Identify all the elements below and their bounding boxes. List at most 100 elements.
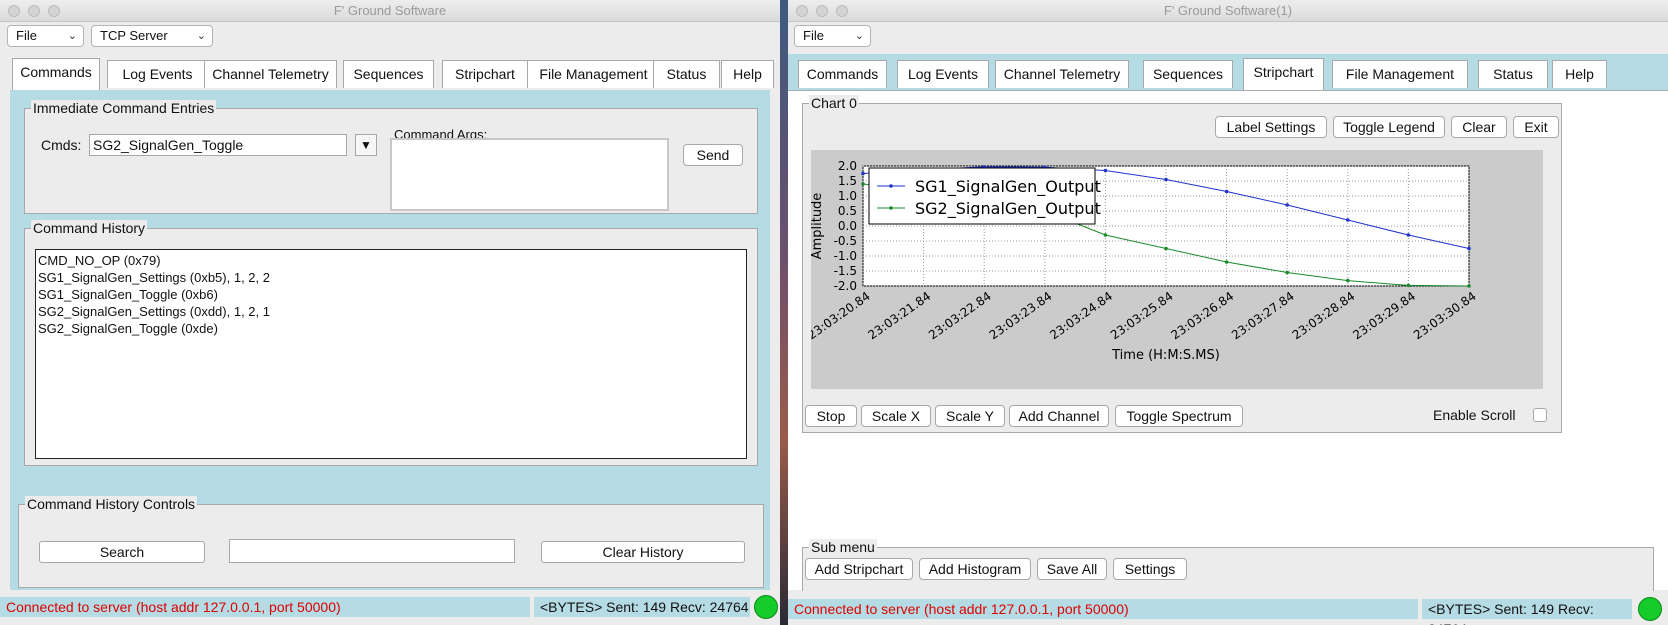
history-controls-group: Command History Controls Search Clear Hi…	[18, 496, 764, 588]
stop-button[interactable]: Stop	[805, 405, 857, 427]
y-tick-label: -1.5	[834, 264, 857, 278]
history-item[interactable]: SG2_SignalGen_Toggle (0xde)	[38, 320, 744, 337]
tab-sequences[interactable]: Sequences	[343, 60, 434, 88]
zoom-window-icon[interactable]	[836, 5, 848, 17]
window-title: F' Ground Software(1)	[1163, 3, 1293, 18]
x-tick-label: 23:03:29.84	[1350, 289, 1418, 342]
data-point	[1346, 278, 1350, 283]
file-menu-label: File	[803, 28, 824, 43]
y-tick-label: 0.5	[838, 204, 857, 218]
left-menubar: File ⌄ TCP Server ⌄	[0, 22, 780, 50]
settings-button[interactable]: Settings	[1113, 558, 1187, 580]
tab-status[interactable]: Status	[653, 60, 720, 88]
connection-status: Connected to server (host addr 127.0.0.1…	[0, 597, 530, 617]
window-title: F' Ground Software	[333, 3, 447, 18]
x-tick-label: 23:03:30.84	[1411, 289, 1479, 342]
history-item[interactable]: SG2_SignalGen_Settings (0xdd), 1, 2, 1	[38, 303, 744, 320]
file-menu-select[interactable]: File ⌄	[794, 25, 871, 47]
history-item[interactable]: CMD_NO_OP (0x79)	[38, 252, 744, 269]
cmds-input[interactable]: SG2_SignalGen_Toggle	[89, 134, 347, 156]
clear-history-button[interactable]: Clear History	[541, 541, 745, 563]
right-titlebar[interactable]: F' Ground Software(1)	[788, 0, 1668, 22]
send-button[interactable]: Send	[683, 144, 743, 166]
tab-help[interactable]: Help	[1552, 60, 1607, 88]
command-args-input[interactable]	[390, 138, 669, 211]
data-point	[1103, 233, 1108, 237]
y-tick-label: -0.5	[834, 234, 857, 248]
minimize-window-icon[interactable]	[816, 5, 828, 17]
scale-y-button[interactable]: Scale Y	[935, 405, 1005, 427]
y-tick-label: 1.5	[838, 174, 857, 188]
y-tick-label: 2.0	[838, 159, 857, 173]
search-button[interactable]: Search	[39, 541, 205, 563]
data-point	[1103, 168, 1108, 173]
x-axis-label: Time (H:M:S.MS)	[1111, 348, 1220, 363]
y-axis-label: Amplitude	[811, 193, 825, 260]
toggle-spectrum-button[interactable]: Toggle Spectrum	[1115, 405, 1243, 427]
data-point	[861, 182, 865, 186]
save-all-button[interactable]: Save All	[1037, 558, 1107, 580]
legend-marker	[889, 184, 893, 188]
close-window-icon[interactable]	[796, 5, 808, 17]
zoom-window-icon[interactable]	[48, 5, 60, 17]
y-tick-label: -2.0	[834, 279, 857, 293]
x-tick-label: 23:03:25.84	[1108, 289, 1176, 342]
tab-commands[interactable]: Commands	[798, 60, 887, 88]
data-point	[1224, 260, 1229, 264]
history-item[interactable]: SG1_SignalGen_Toggle (0xb6)	[38, 286, 744, 303]
right-menubar: File ⌄	[788, 22, 1668, 50]
tab-file-management[interactable]: File Management	[527, 60, 660, 88]
left-window: F' Ground Software File ⌄ TCP Server ⌄ C…	[0, 0, 780, 625]
window-controls	[8, 5, 60, 17]
close-window-icon[interactable]	[8, 5, 20, 17]
y-tick-label: 0.0	[838, 219, 857, 233]
tab-log-events[interactable]: Log Events	[107, 60, 208, 88]
chart-group-title: Chart 0	[809, 95, 859, 111]
chart-group: Chart 0 Label Settings Toggle Legend Cle…	[802, 95, 1562, 433]
x-tick-label: 23:03:26.84	[1169, 289, 1237, 342]
scale-x-button[interactable]: Scale X	[861, 405, 931, 427]
data-point	[1164, 177, 1168, 182]
cmds-dropdown-arrow-icon[interactable]: ▼	[355, 134, 377, 156]
connection-led-icon	[1638, 597, 1662, 621]
clear-chart-button[interactable]: Clear	[1451, 116, 1507, 138]
command-history-list[interactable]: CMD_NO_OP (0x79) SG1_SignalGen_Settings …	[35, 249, 747, 459]
toggle-legend-button[interactable]: Toggle Legend	[1333, 116, 1445, 138]
add-stripchart-button[interactable]: Add Stripchart	[805, 558, 913, 580]
add-histogram-button[interactable]: Add Histogram	[919, 558, 1031, 580]
label-settings-button[interactable]: Label Settings	[1215, 116, 1327, 138]
search-input[interactable]	[229, 539, 515, 563]
tab-log-events[interactable]: Log Events	[897, 60, 989, 88]
tab-help[interactable]: Help	[721, 60, 774, 88]
chevron-down-icon: ⌄	[196, 30, 206, 42]
tab-stripchart[interactable]: Stripchart	[442, 60, 528, 88]
chevron-down-icon: ⌄	[854, 30, 864, 42]
x-tick-label: 23:03:28.84	[1290, 289, 1358, 342]
history-controls-title: Command History Controls	[25, 496, 198, 512]
bytes-counter: <BYTES> Sent: 149 Recv: 24764	[1422, 599, 1632, 625]
tab-file-management[interactable]: File Management	[1332, 60, 1468, 88]
tab-channel-telemetry[interactable]: Channel Telemetry	[995, 60, 1129, 88]
y-tick-label: -1.0	[834, 249, 857, 263]
data-point	[1224, 189, 1229, 194]
data-point	[1164, 246, 1168, 251]
enable-scroll-checkbox[interactable]	[1533, 408, 1547, 422]
exit-chart-button[interactable]: Exit	[1513, 116, 1559, 138]
file-menu-select[interactable]: File ⌄	[7, 25, 84, 47]
tab-channel-telemetry[interactable]: Channel Telemetry	[204, 60, 337, 88]
connection-select[interactable]: TCP Server ⌄	[91, 25, 213, 47]
tab-status[interactable]: Status	[1478, 60, 1548, 88]
tab-sequences[interactable]: Sequences	[1143, 60, 1233, 88]
minimize-window-icon[interactable]	[28, 5, 40, 17]
command-history-title: Command History	[31, 220, 148, 236]
tab-stripchart[interactable]: Stripchart	[1243, 58, 1324, 90]
stripchart-plot[interactable]: 2.01.51.00.50.0-0.5-1.0-1.5-2.023:03:20.…	[805, 150, 1543, 389]
data-point	[1406, 233, 1411, 237]
history-item[interactable]: SG1_SignalGen_Settings (0xb5), 1, 2, 2	[38, 269, 744, 286]
add-channel-button[interactable]: Add Channel	[1009, 405, 1109, 427]
legend-marker	[889, 206, 893, 210]
tab-commands[interactable]: Commands	[12, 58, 100, 90]
data-point	[861, 171, 865, 176]
connection-select-label: TCP Server	[100, 28, 168, 43]
left-titlebar[interactable]: F' Ground Software	[0, 0, 780, 22]
